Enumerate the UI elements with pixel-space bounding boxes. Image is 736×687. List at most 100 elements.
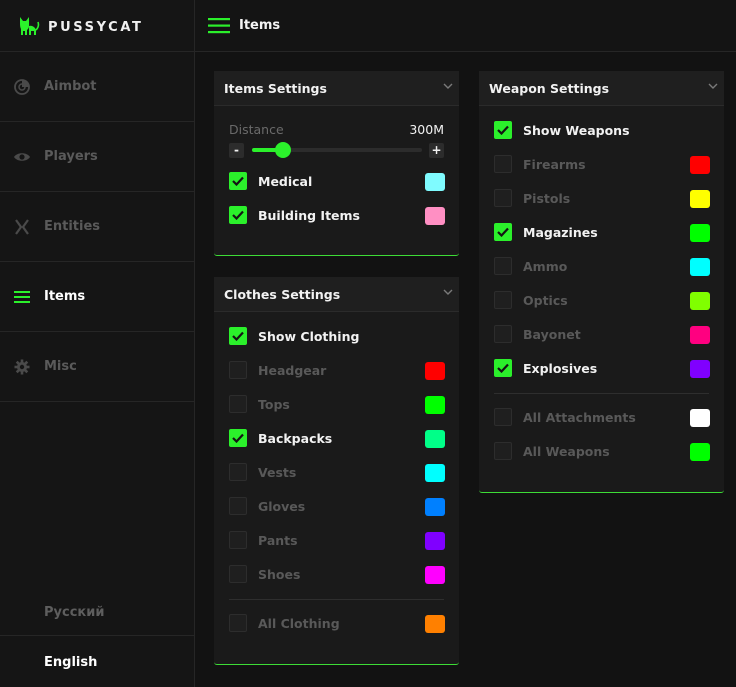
sidebar-item-misc[interactable]: Misc xyxy=(0,332,194,402)
pants-color-swatch[interactable] xyxy=(425,532,445,550)
bayonet-checkbox[interactable] xyxy=(494,325,512,343)
option-row-bayonet: Bayonet xyxy=(494,325,710,345)
option-label: Optics xyxy=(523,293,568,308)
panel-title: Weapon Settings xyxy=(489,81,610,96)
option-row-medical: Medical xyxy=(229,172,445,192)
chevron-down-icon[interactable] xyxy=(708,83,718,90)
gloves-checkbox[interactable] xyxy=(229,497,247,515)
option-row-pistols: Pistols xyxy=(494,189,710,209)
vests-color-swatch[interactable] xyxy=(425,464,445,482)
top-bar: Items xyxy=(195,0,736,52)
option-row-pants: Pants xyxy=(229,531,445,551)
magazines-color-swatch[interactable] xyxy=(690,224,710,242)
medical-color-swatch[interactable] xyxy=(425,173,445,191)
option-row-gloves: Gloves xyxy=(229,497,445,517)
all-attachments-color-swatch[interactable] xyxy=(690,409,710,427)
option-label: Firearms xyxy=(523,157,586,172)
show-clothing-checkbox[interactable] xyxy=(229,327,247,345)
option-label: All Clothing xyxy=(258,616,340,631)
option-row-optics: Optics xyxy=(494,291,710,311)
option-row-show-clothing: Show Clothing xyxy=(229,327,445,347)
headgear-checkbox[interactable] xyxy=(229,361,247,379)
bayonet-color-swatch[interactable] xyxy=(690,326,710,344)
distance-decrease-button[interactable]: - xyxy=(229,143,244,158)
gear-icon xyxy=(14,359,30,375)
all-weapons-color-swatch[interactable] xyxy=(690,443,710,461)
sidebar-item-players[interactable]: Players xyxy=(0,122,194,192)
tops-color-swatch[interactable] xyxy=(425,396,445,414)
panel-header[interactable]: Weapon Settings xyxy=(479,71,724,106)
distance-slider-handle[interactable] xyxy=(274,142,291,158)
option-label: Magazines xyxy=(523,225,598,240)
divider xyxy=(229,599,444,600)
headgear-color-swatch[interactable] xyxy=(425,362,445,380)
all-attachments-checkbox[interactable] xyxy=(494,408,512,426)
items-settings-panel: Items Settings Distance 300M - + Medical… xyxy=(214,71,459,256)
magazines-checkbox[interactable] xyxy=(494,223,512,241)
checkmark-icon xyxy=(232,331,244,341)
gloves-color-swatch[interactable] xyxy=(425,498,445,516)
sidebar-item-label: Items xyxy=(44,289,86,304)
backpacks-color-swatch[interactable] xyxy=(425,430,445,448)
option-row-all-attachments: All Attachments xyxy=(494,408,710,428)
clothes-settings-panel: Clothes Settings Show Clothing Headgear To… xyxy=(214,277,459,665)
firearms-color-swatch[interactable] xyxy=(690,156,710,174)
sidebar-item-label: Players xyxy=(44,149,98,164)
sidebar-item-label: Misc xyxy=(44,359,77,374)
sidebar-item-aimbot[interactable]: Aimbot xyxy=(0,52,194,122)
backpacks-checkbox[interactable] xyxy=(229,429,247,447)
panel-header[interactable]: Items Settings xyxy=(214,71,459,106)
optics-checkbox[interactable] xyxy=(494,291,512,309)
option-label: Building Items xyxy=(258,208,360,223)
pistols-color-swatch[interactable] xyxy=(690,190,710,208)
ammo-checkbox[interactable] xyxy=(494,257,512,275)
sidebar: PUSSYCAT Aimbot Players Entities Items M… xyxy=(0,0,195,687)
all-clothing-color-swatch[interactable] xyxy=(425,615,445,633)
cat-logo-icon xyxy=(20,17,40,35)
checkmark-icon xyxy=(497,125,509,135)
all-clothing-checkbox[interactable] xyxy=(229,614,247,632)
ammo-color-swatch[interactable] xyxy=(690,258,710,276)
language-english[interactable]: English xyxy=(0,638,194,687)
panel-header[interactable]: Clothes Settings xyxy=(214,277,459,312)
menu-icon[interactable] xyxy=(208,18,230,34)
option-row-explosives: Explosives xyxy=(494,359,710,379)
checkmark-icon xyxy=(232,210,244,220)
weapon-settings-panel: Weapon Settings Show Weapons Firearms Pist… xyxy=(479,71,724,493)
option-label: All Weapons xyxy=(523,444,610,459)
pants-checkbox[interactable] xyxy=(229,531,247,549)
eye-icon xyxy=(14,153,30,161)
explosives-checkbox[interactable] xyxy=(494,359,512,377)
tops-checkbox[interactable] xyxy=(229,395,247,413)
option-row-backpacks: Backpacks xyxy=(229,429,445,449)
building-items-color-swatch[interactable] xyxy=(425,207,445,225)
sidebar-item-items[interactable]: Items xyxy=(0,262,194,332)
chevron-down-icon[interactable] xyxy=(443,289,453,296)
option-label: Vests xyxy=(258,465,297,480)
option-row-vests: Vests xyxy=(229,463,445,483)
shoes-checkbox[interactable] xyxy=(229,565,247,583)
medical-checkbox[interactable] xyxy=(229,172,247,190)
shoes-color-swatch[interactable] xyxy=(425,566,445,584)
explosives-color-swatch[interactable] xyxy=(690,360,710,378)
all-weapons-checkbox[interactable] xyxy=(494,442,512,460)
option-label: Ammo xyxy=(523,259,568,274)
option-label: Medical xyxy=(258,174,313,189)
option-label: Pants xyxy=(258,533,298,548)
pistols-checkbox[interactable] xyxy=(494,189,512,207)
option-label: Headgear xyxy=(258,363,327,378)
option-row-building-items: Building Items xyxy=(229,206,445,226)
x-entity-icon xyxy=(15,219,29,235)
vests-checkbox[interactable] xyxy=(229,463,247,481)
firearms-checkbox[interactable] xyxy=(494,155,512,173)
language-russian[interactable]: Русский xyxy=(0,588,194,637)
chevron-down-icon[interactable] xyxy=(443,83,453,90)
optics-color-swatch[interactable] xyxy=(690,292,710,310)
option-row-magazines: Magazines xyxy=(494,223,710,243)
crosshair-icon xyxy=(14,79,30,95)
sidebar-item-entities[interactable]: Entities xyxy=(0,192,194,262)
show-weapons-checkbox[interactable] xyxy=(494,121,512,139)
option-row-show-weapons: Show Weapons xyxy=(494,121,710,141)
distance-increase-button[interactable]: + xyxy=(429,143,444,158)
building-items-checkbox[interactable] xyxy=(229,206,247,224)
